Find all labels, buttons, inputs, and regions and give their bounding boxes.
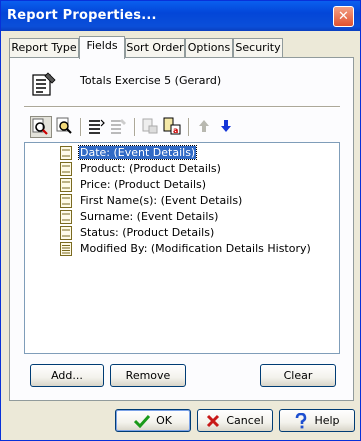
close-icon: ✕ [338, 9, 349, 24]
button-label: Help [314, 414, 340, 427]
field-icon [60, 226, 72, 240]
rename-field-button[interactable] [140, 116, 162, 138]
field-properties-icon: a [163, 117, 181, 135]
field-search-button[interactable] [30, 116, 52, 138]
tab-label: Sort Order [126, 41, 184, 54]
title-bar[interactable]: Report Properties... ✕ [1, 1, 360, 31]
tab-report-type[interactable]: Report Type [9, 38, 79, 58]
field-label: Product: (Product Details) [80, 162, 221, 175]
svg-text:a: a [173, 126, 178, 135]
divider [24, 106, 340, 108]
field-icon [60, 162, 72, 176]
tab-label: Report Type [11, 41, 77, 54]
tab-label: Fields [86, 39, 118, 52]
close-button[interactable]: ✕ [333, 6, 354, 27]
report-name: Totals Exercise 5 (Gerard) [80, 74, 222, 87]
ok-button[interactable]: OK [115, 409, 191, 432]
field-label: First Name(s): (Event Details) [80, 194, 243, 207]
field-properties-button[interactable]: a [162, 116, 184, 138]
report-properties-dialog: Report Properties... ✕ Report Type Field… [0, 0, 361, 441]
field-browse-icon [56, 117, 72, 134]
field-label: Date: (Event Details) [77, 145, 198, 160]
field-icon [60, 146, 72, 160]
tab-label: Security [235, 41, 281, 54]
fields-tab-panel: Totals Exercise 5 (Gerard) a Date: (Even… [9, 57, 354, 401]
field-label: Modified By: (Modification Details Histo… [80, 242, 311, 255]
cancel-x-icon [207, 414, 220, 428]
remove-field-button[interactable]: Remove [110, 364, 186, 387]
tab-label: Options [187, 41, 231, 54]
clear-fields-button[interactable]: Clear [260, 364, 336, 387]
field-label: Status: (Product Details) [80, 226, 215, 239]
button-label: Clear [283, 369, 313, 382]
tab-fields[interactable]: Fields [79, 36, 125, 59]
move-down-icon [221, 120, 231, 132]
button-label: OK [156, 414, 172, 427]
list-icon [89, 119, 105, 134]
list-edit-icon [111, 119, 126, 134]
field-search-icon [32, 118, 48, 135]
field-label: Surname: (Event Details) [80, 210, 219, 223]
field-icon [60, 194, 72, 208]
fields-list[interactable]: Date: (Event Details) Product: (Product … [24, 142, 340, 354]
report-document-icon [30, 70, 58, 101]
window-title: Report Properties... [7, 8, 157, 23]
field-browse-button[interactable] [54, 116, 76, 138]
toolbar-separator [80, 118, 82, 136]
field-icon [60, 210, 72, 224]
button-label: Cancel [226, 414, 264, 427]
button-label: Add... [51, 369, 83, 382]
tab-security[interactable]: Security [233, 38, 283, 58]
toolbar-separator [188, 118, 190, 136]
list-button[interactable] [86, 116, 108, 138]
move-down-button[interactable] [216, 116, 238, 138]
move-up-button[interactable] [194, 116, 216, 138]
checkmark-icon [134, 414, 151, 428]
add-field-button[interactable]: Add... [30, 364, 104, 387]
list-edit-button[interactable] [108, 116, 130, 138]
cancel-button[interactable]: Cancel [197, 409, 273, 432]
help-question-icon [296, 413, 307, 429]
tab-options[interactable]: Options [185, 38, 233, 58]
move-up-icon [199, 120, 209, 132]
help-button[interactable]: Help [279, 409, 355, 432]
toolbar-separator [134, 118, 136, 136]
rename-field-icon [142, 118, 158, 134]
history-field-icon [60, 242, 72, 256]
tab-sort-order[interactable]: Sort Order [125, 38, 185, 58]
field-label: Price: (Product Details) [80, 178, 207, 191]
field-icon [60, 178, 72, 192]
button-label: Remove [125, 369, 171, 382]
